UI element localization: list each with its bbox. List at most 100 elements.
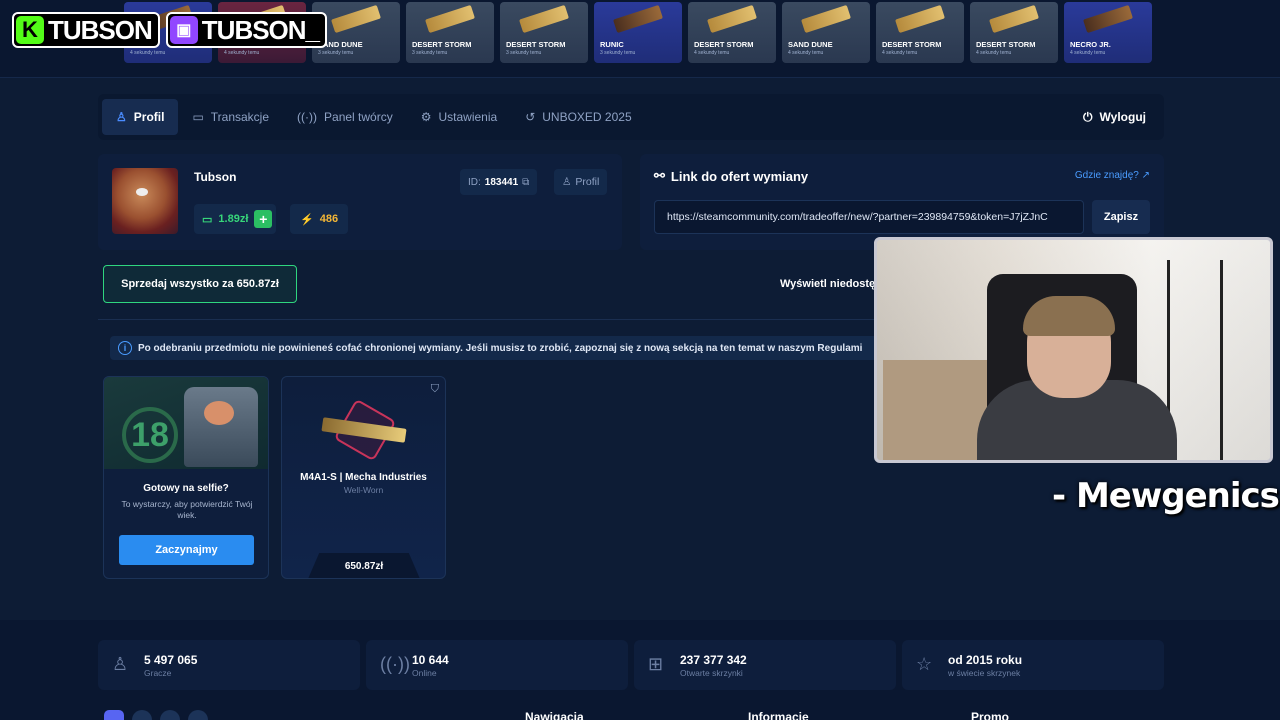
- user-id-label: ID:: [468, 176, 481, 188]
- instagram-icon[interactable]: [160, 710, 180, 720]
- live-drop-item[interactable]: NECRO JR. 4 sekundy temu: [1064, 2, 1152, 63]
- username: Tubson: [194, 170, 237, 184]
- balance-badge[interactable]: ▭ 1.89zł +: [194, 204, 277, 234]
- weapon-image: [895, 4, 945, 34]
- twitch-badge: ▣ TUBSON_: [165, 12, 328, 48]
- stat-value: 10 644: [412, 653, 449, 667]
- user-icon: ♙: [562, 176, 572, 188]
- inventory-item-card[interactable]: ⛉ M4A1-S | Mecha Industries Well-Worn 65…: [281, 376, 446, 579]
- drop-time: 4 sekundy temu: [224, 50, 260, 56]
- x-icon[interactable]: [188, 710, 208, 720]
- wallet-icon: ▭: [202, 213, 213, 226]
- weapon-image: [801, 4, 851, 34]
- user-icon: ♙: [116, 110, 127, 124]
- drop-name: DESERT STORM: [694, 40, 754, 49]
- live-drop-item[interactable]: DESERT STORM 3 sekundy temu: [500, 2, 588, 63]
- trade-notice: i Po odebraniu przedmiotu nie powinieneś…: [110, 336, 900, 360]
- drop-time: 3 sekundy temu: [412, 50, 448, 56]
- selfie-description: To wystarczy, aby potwierdzić Twój wiek.: [121, 499, 253, 520]
- weapon-image: [1083, 4, 1133, 34]
- discord-icon[interactable]: [104, 710, 124, 720]
- tab-label: Profil: [133, 110, 165, 124]
- drop-time: 4 sekundy temu: [882, 50, 918, 56]
- stat-card: ⊞ 237 377 342 Otwarte skrzynki: [634, 640, 896, 690]
- drop-name: DESERT STORM: [506, 40, 566, 49]
- live-drop-item[interactable]: DESERT STORM 4 sekundy temu: [876, 2, 964, 63]
- age-18-badge: 18: [122, 407, 178, 463]
- live-drop-item[interactable]: SAND DUNE 4 sekundy temu: [782, 2, 870, 63]
- user-id-badge[interactable]: ID: 183441 ⧉: [460, 169, 538, 195]
- stat-label: Otwarte skrzynki: [680, 668, 743, 678]
- drop-name: DESERT STORM: [412, 40, 472, 49]
- weapon-image: [989, 4, 1039, 34]
- coins-badge[interactable]: ⚡ 486: [290, 204, 349, 234]
- tab-label: Ustawienia: [438, 110, 498, 124]
- external-link-icon: ↗: [1141, 170, 1150, 181]
- drop-time: 4 sekundy temu: [694, 50, 730, 56]
- star-icon: ☆: [916, 654, 933, 674]
- tab-transakcje[interactable]: ▭ Transakcje: [178, 99, 283, 135]
- drop-name: DESERT STORM: [882, 40, 942, 49]
- item-price[interactable]: 650.87zł: [308, 553, 420, 578]
- social-icon[interactable]: [132, 710, 152, 720]
- link-icon: ⚯: [654, 168, 665, 183]
- save-trade-link-button[interactable]: Zapisz: [1092, 200, 1150, 234]
- streamer-badges: K TUBSON ▣ TUBSON_: [12, 12, 328, 48]
- drop-name: SAND DUNE: [788, 40, 833, 49]
- user-icon: ♙: [112, 654, 129, 674]
- live-drop-item[interactable]: RUNIC 3 sekundy temu: [594, 2, 682, 63]
- drop-name: RUNIC: [600, 40, 624, 49]
- show-unavailable-toggle[interactable]: Wyświetl niedostę: [780, 278, 875, 290]
- gear-icon: ⚙: [420, 110, 432, 124]
- power-icon: ⏻: [1083, 109, 1093, 124]
- trade-url-input[interactable]: https://steamcommunity.com/tradeoffer/ne…: [654, 200, 1084, 234]
- kick-icon: K: [16, 16, 44, 44]
- drop-time: 4 sekundy temu: [130, 50, 166, 56]
- webcam-hair: [1023, 296, 1115, 336]
- trade-link-title: ⚯ Link do ofert wymiany: [654, 168, 808, 184]
- age-verification-card: 18 Gotowy na selfie? To wystarczy, aby p…: [103, 376, 269, 579]
- stat-label: w świecie skrzynek: [948, 668, 1021, 678]
- user-id-value: 183441: [484, 176, 519, 188]
- sell-all-button[interactable]: Sprzedaj wszystko za 650.87zł: [103, 265, 297, 303]
- info-icon: i: [118, 341, 132, 355]
- add-funds-button[interactable]: +: [254, 210, 273, 228]
- weapon-image: [425, 4, 475, 34]
- drop-time: 4 sekundy temu: [1070, 50, 1106, 56]
- profile-card: Tubson ▭ 1.89zł + ⚡ 486 ID: 183441 ⧉ ♙ P…: [98, 154, 622, 250]
- trade-link-card: ⚯ Link do ofert wymiany Gdzie znajdę? ↗ …: [640, 154, 1164, 250]
- logout-button[interactable]: ⏻ Wyloguj: [1069, 99, 1160, 135]
- selfie-title: Gotowy na selfie?: [143, 483, 229, 494]
- logout-label: Wyloguj: [1099, 110, 1146, 124]
- broom-icon: ⚡: [300, 213, 314, 226]
- live-drop-item[interactable]: DESERT STORM 4 sekundy temu: [970, 2, 1058, 63]
- trade-link-title-text: Link do ofert wymiany: [670, 168, 809, 184]
- drop-name: NECRO JR.: [1070, 40, 1111, 49]
- live-drop-item[interactable]: DESERT STORM 4 sekundy temu: [688, 2, 776, 63]
- tab-unboxed-2025[interactable]: ↺ UNBOXED 2025: [511, 99, 645, 135]
- footer-nav-heading: Nawigacja: [525, 710, 584, 720]
- view-profile-button[interactable]: ♙ Profil: [554, 169, 608, 195]
- balance-value: 1.89zł: [218, 213, 249, 225]
- avatar: [112, 168, 178, 234]
- tab-ustawienia[interactable]: ⚙ Ustawienia: [407, 99, 511, 135]
- copy-icon[interactable]: ⧉: [522, 177, 529, 188]
- where-to-find-label: Gdzie znajdę?: [1074, 170, 1139, 181]
- tab-profil[interactable]: ♙ Profil: [102, 99, 179, 135]
- weapon-image: [331, 4, 381, 34]
- divider: [98, 319, 898, 320]
- tab-label: Transakcje: [210, 110, 270, 124]
- stat-label: Gracze: [144, 668, 172, 678]
- broadcast-icon: ((·)): [297, 110, 318, 124]
- where-to-find-link[interactable]: Gdzie znajdę? ↗: [1075, 170, 1150, 181]
- weapon-image: [707, 4, 757, 34]
- drop-time: 3 sekundy temu: [600, 50, 636, 56]
- shield-icon: ⛉: [430, 383, 439, 395]
- live-drop-item[interactable]: DESERT STORM 3 sekundy temu: [406, 2, 494, 63]
- tab-panel-twórcy[interactable]: ((·)) Panel twórcy: [283, 99, 407, 135]
- drop-time: 3 sekundy temu: [318, 50, 354, 56]
- age-verification-illustration: 18: [104, 377, 268, 469]
- tab-label: UNBOXED 2025: [542, 110, 632, 124]
- start-verification-button[interactable]: Zaczynajmy: [119, 535, 254, 565]
- stream-game-overlay: - Mewgenics: [1052, 476, 1280, 516]
